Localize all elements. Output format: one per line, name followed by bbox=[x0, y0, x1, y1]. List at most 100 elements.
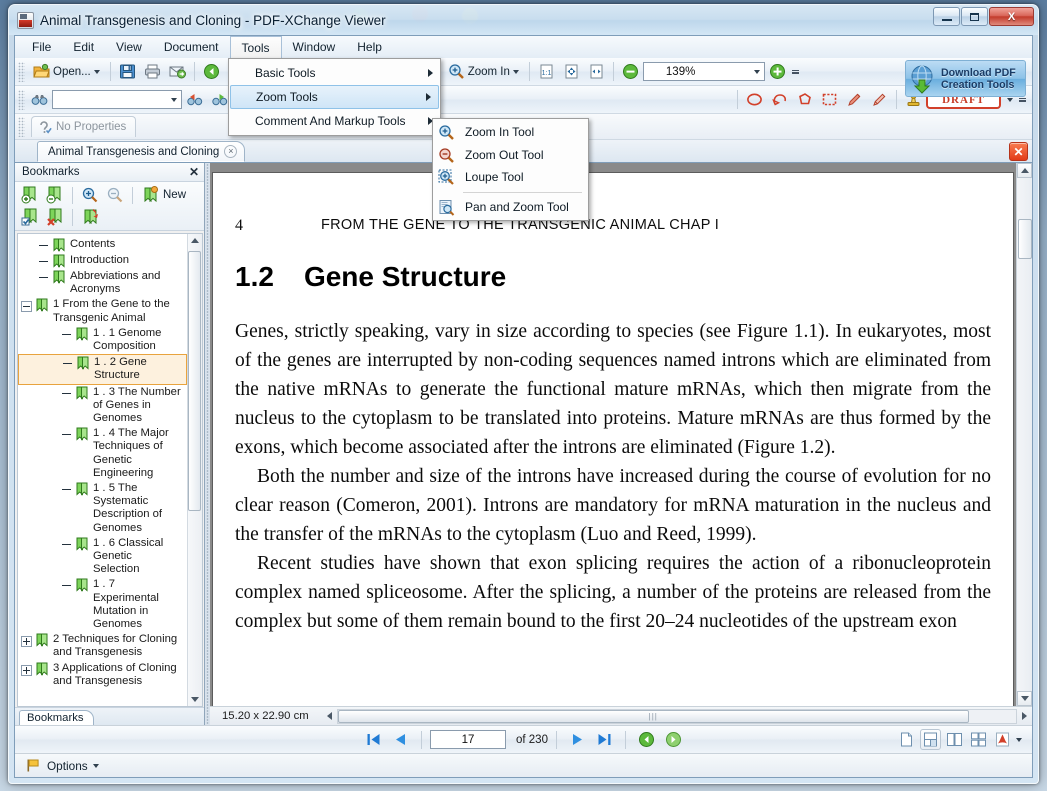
arrow-annotation-button[interactable] bbox=[767, 89, 792, 111]
bookmark-item[interactable]: Introduction bbox=[18, 253, 187, 269]
new-bookmark-button[interactable]: New bbox=[138, 186, 186, 204]
actual-size-button[interactable]: 1:1 bbox=[534, 61, 559, 83]
hscroll-right[interactable] bbox=[1017, 709, 1032, 724]
polygon-annotation-button[interactable] bbox=[792, 89, 817, 111]
open-dropdown-caret[interactable] bbox=[93, 69, 100, 74]
cloud-annotation-button[interactable] bbox=[817, 89, 842, 111]
search-input[interactable] bbox=[52, 90, 182, 109]
document-tab-close-icon[interactable]: × bbox=[224, 145, 238, 158]
menu-item-zoom-out-tool[interactable]: Zoom Out Tool bbox=[433, 144, 588, 167]
bookmarks-scroll-thumb[interactable] bbox=[188, 251, 201, 511]
save-button[interactable] bbox=[115, 61, 140, 83]
menu-edit[interactable]: Edit bbox=[62, 36, 105, 58]
bookmark-item[interactable]: 1 From the Gene to the Transgenic Animal bbox=[18, 297, 187, 325]
goto-bookmark-button[interactable] bbox=[78, 207, 102, 228]
menu-document[interactable]: Document bbox=[153, 36, 230, 58]
zoom-level-caret[interactable] bbox=[753, 69, 760, 74]
menu-help[interactable]: Help bbox=[346, 36, 393, 58]
menu-file[interactable]: File bbox=[21, 36, 62, 58]
document-tab[interactable]: Animal Transgenesis and Cloning × bbox=[37, 141, 246, 162]
bookmark-item[interactable]: 1 . 1 Genome Composition bbox=[18, 326, 187, 354]
options-caret[interactable] bbox=[92, 763, 99, 768]
previous-view-button[interactable] bbox=[634, 729, 659, 751]
page-number-input[interactable]: 17 bbox=[430, 730, 506, 749]
oval-annotation-button[interactable] bbox=[742, 89, 767, 111]
close-bookmarks-icon[interactable]: ✕ bbox=[189, 165, 199, 179]
no-properties-indicator[interactable]: No Properties bbox=[31, 116, 137, 137]
hscroll-track[interactable]: ||| bbox=[337, 708, 1017, 724]
toolbar2-grip[interactable] bbox=[18, 89, 25, 110]
bookmarks-tree[interactable]: Contents Introduction Abbreviations and Ac… bbox=[17, 233, 203, 707]
bookmark-item[interactable]: Abbreviations and Acronyms bbox=[18, 269, 187, 297]
bookmark-properties-button[interactable] bbox=[18, 207, 42, 228]
bookmarks-scroll-down[interactable] bbox=[189, 693, 202, 706]
search-button[interactable] bbox=[27, 89, 52, 111]
delete-bookmark-button[interactable] bbox=[43, 207, 67, 228]
bookmark-item[interactable]: 1 . 6 Classical Genetic Selection bbox=[18, 536, 187, 578]
first-page-button[interactable] bbox=[361, 729, 386, 751]
bookmark-item[interactable]: Contents bbox=[18, 237, 187, 253]
viewer-scroll-thumb[interactable] bbox=[1017, 219, 1032, 259]
viewer-vertical-scrollbar[interactable] bbox=[1016, 163, 1032, 706]
add-bookmark-button[interactable] bbox=[18, 185, 42, 206]
email-button[interactable] bbox=[165, 61, 190, 83]
menu-tools[interactable]: Tools bbox=[229, 36, 282, 59]
toolbar-overflow-button[interactable] bbox=[791, 69, 799, 74]
menu-item-loupe-tool[interactable]: Loupe Tool bbox=[433, 166, 588, 189]
collapse-bookmarks-button[interactable] bbox=[103, 185, 127, 206]
expand-bookmarks-button[interactable] bbox=[78, 185, 102, 206]
back-button[interactable] bbox=[199, 61, 224, 83]
toolbar-grip[interactable] bbox=[18, 61, 25, 82]
properties-grip[interactable] bbox=[18, 116, 25, 137]
maximize-button[interactable] bbox=[961, 7, 988, 26]
next-page-button[interactable] bbox=[565, 729, 590, 751]
zoom-level-input[interactable]: 139% bbox=[642, 62, 765, 81]
bookmarks-footer-tab[interactable]: Bookmarks bbox=[19, 710, 94, 725]
remove-bookmark-button[interactable] bbox=[43, 185, 67, 206]
bookmark-item[interactable]: 1 . 5 The Systematic Description of Geno… bbox=[18, 481, 187, 536]
print-button[interactable] bbox=[140, 61, 165, 83]
pdf-page[interactable]: 4 FROM THE GENE TO THE TRANSGENIC ANIMAL… bbox=[213, 173, 1013, 706]
download-pdf-creation-tools-banner[interactable]: Download PDF Creation Tools bbox=[905, 60, 1026, 97]
zoom-out-button[interactable] bbox=[618, 61, 643, 83]
viewer-scroll-up[interactable] bbox=[1017, 163, 1032, 178]
menu-item-zoom-tools[interactable]: Zoom Tools bbox=[230, 85, 439, 109]
minimize-button[interactable] bbox=[933, 7, 960, 26]
last-page-button[interactable] bbox=[592, 729, 617, 751]
menu-item-pan-and-zoom-tool[interactable]: Pan and Zoom Tool bbox=[433, 196, 588, 219]
menu-item-comment-markup-tools[interactable]: Comment And Markup Tools bbox=[229, 109, 440, 133]
pencil-annotation-button[interactable] bbox=[842, 89, 867, 111]
options-label[interactable]: Options bbox=[47, 759, 88, 773]
annotation-overflow-button[interactable] bbox=[1019, 97, 1026, 102]
bookmark-item[interactable]: 2 Techniques for Cloning and Transgenesi… bbox=[18, 632, 187, 660]
fit-page-button[interactable] bbox=[559, 61, 584, 83]
stamp-dropdown-caret[interactable] bbox=[1007, 97, 1013, 102]
fit-width-button[interactable] bbox=[584, 61, 609, 83]
expand-icon[interactable] bbox=[21, 636, 32, 648]
bookmarks-scroll-up[interactable] bbox=[189, 234, 202, 247]
bookmarks-scrollbar[interactable] bbox=[187, 234, 202, 706]
hscroll-thumb[interactable]: ||| bbox=[338, 709, 969, 723]
menu-item-zoom-in-tool[interactable]: Zoom In Tool bbox=[433, 121, 588, 144]
eraser-annotation-button[interactable] bbox=[867, 89, 892, 111]
two-page-continuous-button[interactable] bbox=[968, 729, 989, 750]
search-dropdown-caret[interactable] bbox=[171, 97, 177, 102]
open-button[interactable]: Open... bbox=[27, 61, 106, 83]
view-mode-caret[interactable] bbox=[1016, 737, 1022, 742]
bookmark-item[interactable]: 1 . 2 Gene Structure bbox=[18, 354, 187, 385]
hscroll-left[interactable] bbox=[322, 709, 337, 724]
bookmark-item[interactable]: 1 . 7 Experimental Mutation in Genomes bbox=[18, 577, 187, 632]
find-previous-button[interactable] bbox=[182, 89, 207, 111]
zoom-tool-button[interactable]: Zoom In bbox=[442, 61, 525, 83]
close-button[interactable]: X bbox=[989, 7, 1034, 26]
adobe-pdf-button[interactable] bbox=[992, 729, 1013, 750]
viewer-scroll-down[interactable] bbox=[1017, 691, 1032, 706]
two-page-button[interactable] bbox=[944, 729, 965, 750]
bookmark-item[interactable]: 1 . 4 The Major Techniques of Genetic En… bbox=[18, 426, 187, 481]
close-document-button[interactable]: ✕ bbox=[1009, 142, 1028, 161]
menu-window[interactable]: Window bbox=[282, 36, 347, 58]
zoom-tool-caret[interactable] bbox=[512, 69, 519, 74]
expand-icon[interactable] bbox=[21, 664, 32, 676]
bookmark-item[interactable]: 1 . 3 The Number of Genes in Genomes bbox=[18, 385, 187, 427]
single-page-button[interactable] bbox=[896, 729, 917, 750]
